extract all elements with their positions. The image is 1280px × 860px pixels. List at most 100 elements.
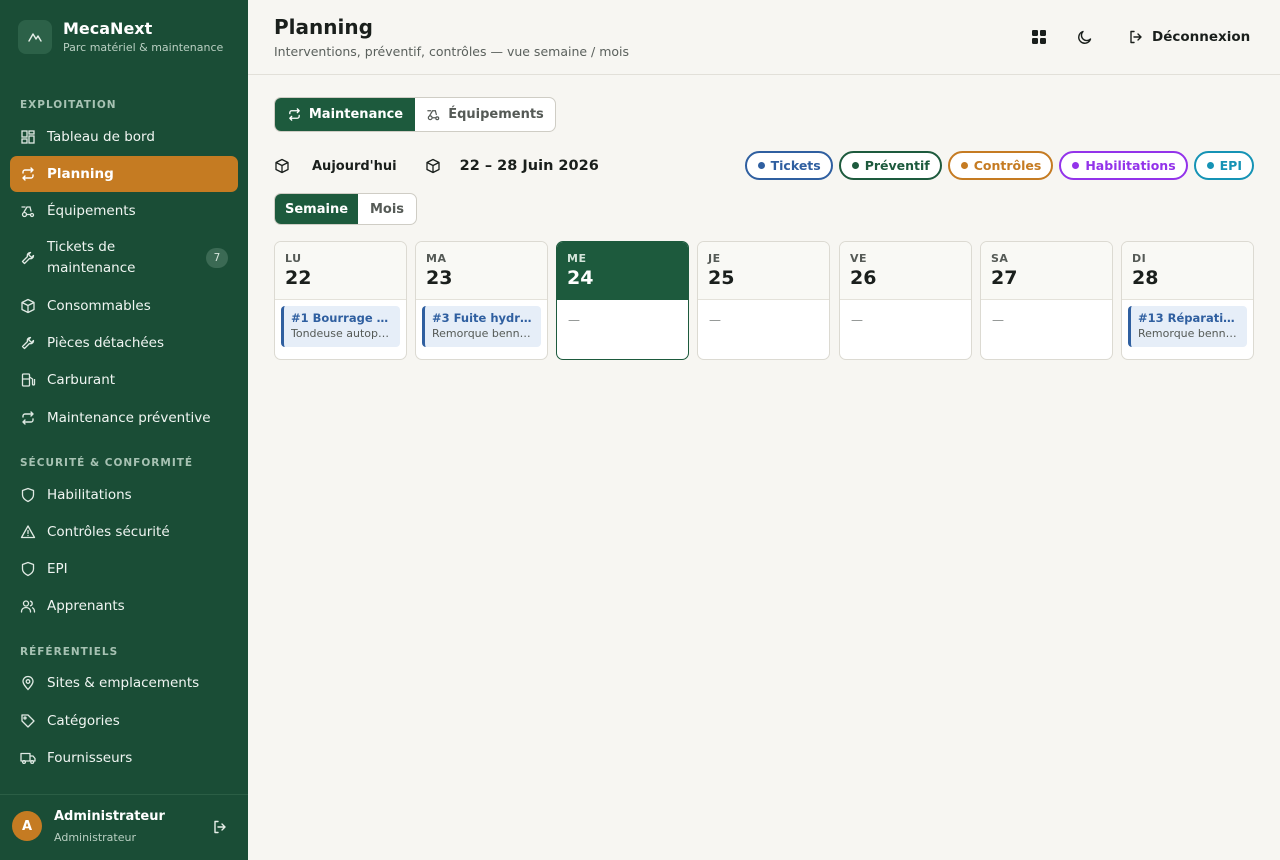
sidebar-item-label: Consommables (47, 298, 151, 314)
sidebar-item-label: Équipements (47, 203, 136, 219)
tab-label: Maintenance (308, 107, 404, 122)
repeat-icon (289, 108, 300, 121)
chip-label: Préventif (864, 158, 930, 173)
event-title: #3 Fuite hydraulique (432, 311, 535, 325)
tab-mois[interactable]: Mois (358, 194, 416, 224)
user-panel: A Administrateur Administrateur (0, 794, 248, 860)
sidebar-item-label: EPI (47, 561, 68, 577)
legend-dot (960, 162, 968, 169)
day-number: 26 (850, 267, 877, 289)
calendar-day[interactable]: MA 23 #3 Fuite hydraulique Remorque benn… (415, 241, 548, 360)
sidebar-item-apprenants[interactable]: Apprenants (10, 588, 238, 624)
calendar-day[interactable]: VE 26 — (839, 241, 972, 360)
logout-icon[interactable] (212, 819, 228, 835)
box-icon (21, 298, 35, 314)
warning-icon (20, 525, 36, 539)
sidebar-item-label: Tableau de bord (47, 129, 155, 145)
sidebar-item-categories[interactable]: Catégories (10, 703, 238, 739)
main-content: Maintenance Équipements Aujourd'hui 22 –… (248, 76, 1280, 860)
legend-filters: Tickets Préventif Contrôles Habilitation… (744, 151, 1254, 180)
sidebar-item-epi[interactable]: EPI (10, 551, 238, 587)
logout-button[interactable]: Déconnexion (1128, 26, 1250, 48)
dashboard-icon (21, 130, 35, 144)
sidebar-item-label: Pièces détachées (47, 335, 165, 351)
sidebar-item-planning[interactable]: Planning (10, 156, 238, 192)
day-number: 28 (1132, 267, 1159, 289)
event-title: #1 Bourrage carter (291, 311, 394, 325)
equipment-icon (21, 206, 35, 218)
sidebar-item-consommables[interactable]: Consommables (10, 288, 238, 324)
sidebar-item-pieces[interactable]: Pièces détachées (10, 325, 238, 361)
section-title-exploitation: EXPLOITATION (20, 99, 117, 111)
empty-marker: — (709, 313, 721, 327)
filter-chip-habilitations[interactable]: Habilitations (1059, 151, 1188, 180)
calendar-day[interactable]: LU 22 #1 Bourrage carter Tondeuse autopo… (274, 241, 407, 360)
empty-marker: — (568, 313, 580, 327)
tab-equipements[interactable]: Équipements (415, 98, 555, 131)
next-button[interactable] (425, 158, 441, 174)
tab-maintenance[interactable]: Maintenance (275, 98, 415, 131)
calendar-day[interactable]: JE 25 — (697, 241, 830, 360)
equipment-icon (427, 110, 440, 121)
logout-icon (1130, 30, 1142, 44)
grid-icon[interactable] (1030, 28, 1048, 46)
date-navigation: Aujourd'hui 22 – 28 Juin 2026 (274, 154, 599, 178)
day-number: 25 (708, 267, 735, 289)
sidebar-item-sites[interactable]: Sites & emplacements (10, 665, 238, 701)
calendar-day[interactable]: SA 27 — (980, 241, 1113, 360)
sidebar-item-label: Maintenance préventive (47, 410, 211, 426)
wrench-icon (21, 336, 35, 350)
avatar[interactable]: A (12, 811, 42, 841)
view-tabs: Semaine Mois (274, 193, 417, 225)
empty-marker: — (851, 313, 863, 327)
filter-chip-epi[interactable]: EPI (1193, 151, 1254, 180)
map-pin-icon (22, 675, 34, 691)
brand[interactable]: MecaNext Parc matériel & maintenance (18, 20, 223, 54)
day-abbr: DI (1132, 252, 1147, 265)
wrench-icon (21, 251, 35, 265)
calendar-day[interactable]: DI 28 #13 Réparation attelage Remorque b… (1121, 241, 1254, 360)
sidebar-item-equipements[interactable]: Équipements (10, 193, 238, 229)
user-role: Administrateur (54, 831, 136, 844)
chip-label: Contrôles (973, 158, 1042, 173)
event-card[interactable]: #3 Fuite hydraulique Remorque benne basc… (422, 306, 541, 347)
tab-semaine[interactable]: Semaine (275, 194, 358, 224)
today-button[interactable]: Aujourd'hui (312, 159, 397, 174)
user-name: Administrateur (54, 809, 165, 824)
moon-icon[interactable] (1076, 28, 1094, 46)
tab-label: Équipements (448, 107, 544, 122)
sidebar-item-label: Contrôles sécurité (47, 524, 170, 540)
chip-label: Tickets (770, 158, 821, 173)
section-title-securite: SÉCURITÉ & CONFORMITÉ (20, 457, 194, 469)
sidebar-item-label: Carburant (47, 372, 116, 388)
legend-dot (1072, 162, 1080, 169)
filter-chip-controles[interactable]: Contrôles (947, 151, 1054, 180)
sidebar-item-maintenance-preventive[interactable]: Maintenance préventive (10, 400, 238, 436)
event-card[interactable]: #13 Réparation attelage Remorque benne b… (1128, 306, 1247, 347)
tickets-count-badge: 7 (206, 248, 228, 268)
date-range-label: 22 – 28 Juin 2026 (459, 158, 599, 174)
calendar-day-today[interactable]: ME 24 — (556, 241, 689, 360)
day-number: 23 (426, 267, 453, 289)
sidebar-item-fournisseurs[interactable]: Fournisseurs (10, 740, 238, 776)
sidebar-item-tickets[interactable]: Tickets de maintenance 7 (10, 235, 238, 281)
empty-marker: — (992, 313, 1004, 327)
filter-chip-tickets[interactable]: Tickets (744, 151, 833, 180)
chip-label: Habilitations (1085, 158, 1176, 173)
event-equipment: Remorque benne basculante (432, 327, 535, 340)
event-card[interactable]: #1 Bourrage carter Tondeuse autoportée (281, 306, 400, 347)
previous-button[interactable] (274, 158, 290, 174)
sidebar-item-controles-securite[interactable]: Contrôles sécurité (10, 514, 238, 550)
logout-label: Déconnexion (1152, 29, 1251, 45)
sidebar-item-label: Tickets de maintenance (47, 239, 136, 276)
day-number: 22 (285, 267, 312, 289)
sidebar-item-label: Planning (47, 166, 114, 182)
sidebar-item-label: Catégories (47, 713, 120, 729)
sidebar-item-dashboard[interactable]: Tableau de bord (10, 119, 238, 155)
tag-icon (21, 714, 35, 728)
legend-dot (1206, 162, 1214, 169)
legend-dot (851, 162, 859, 169)
sidebar-item-habilitations[interactable]: Habilitations (10, 477, 238, 513)
sidebar-item-carburant[interactable]: Carburant (10, 362, 238, 398)
filter-chip-preventif[interactable]: Préventif (838, 151, 942, 180)
